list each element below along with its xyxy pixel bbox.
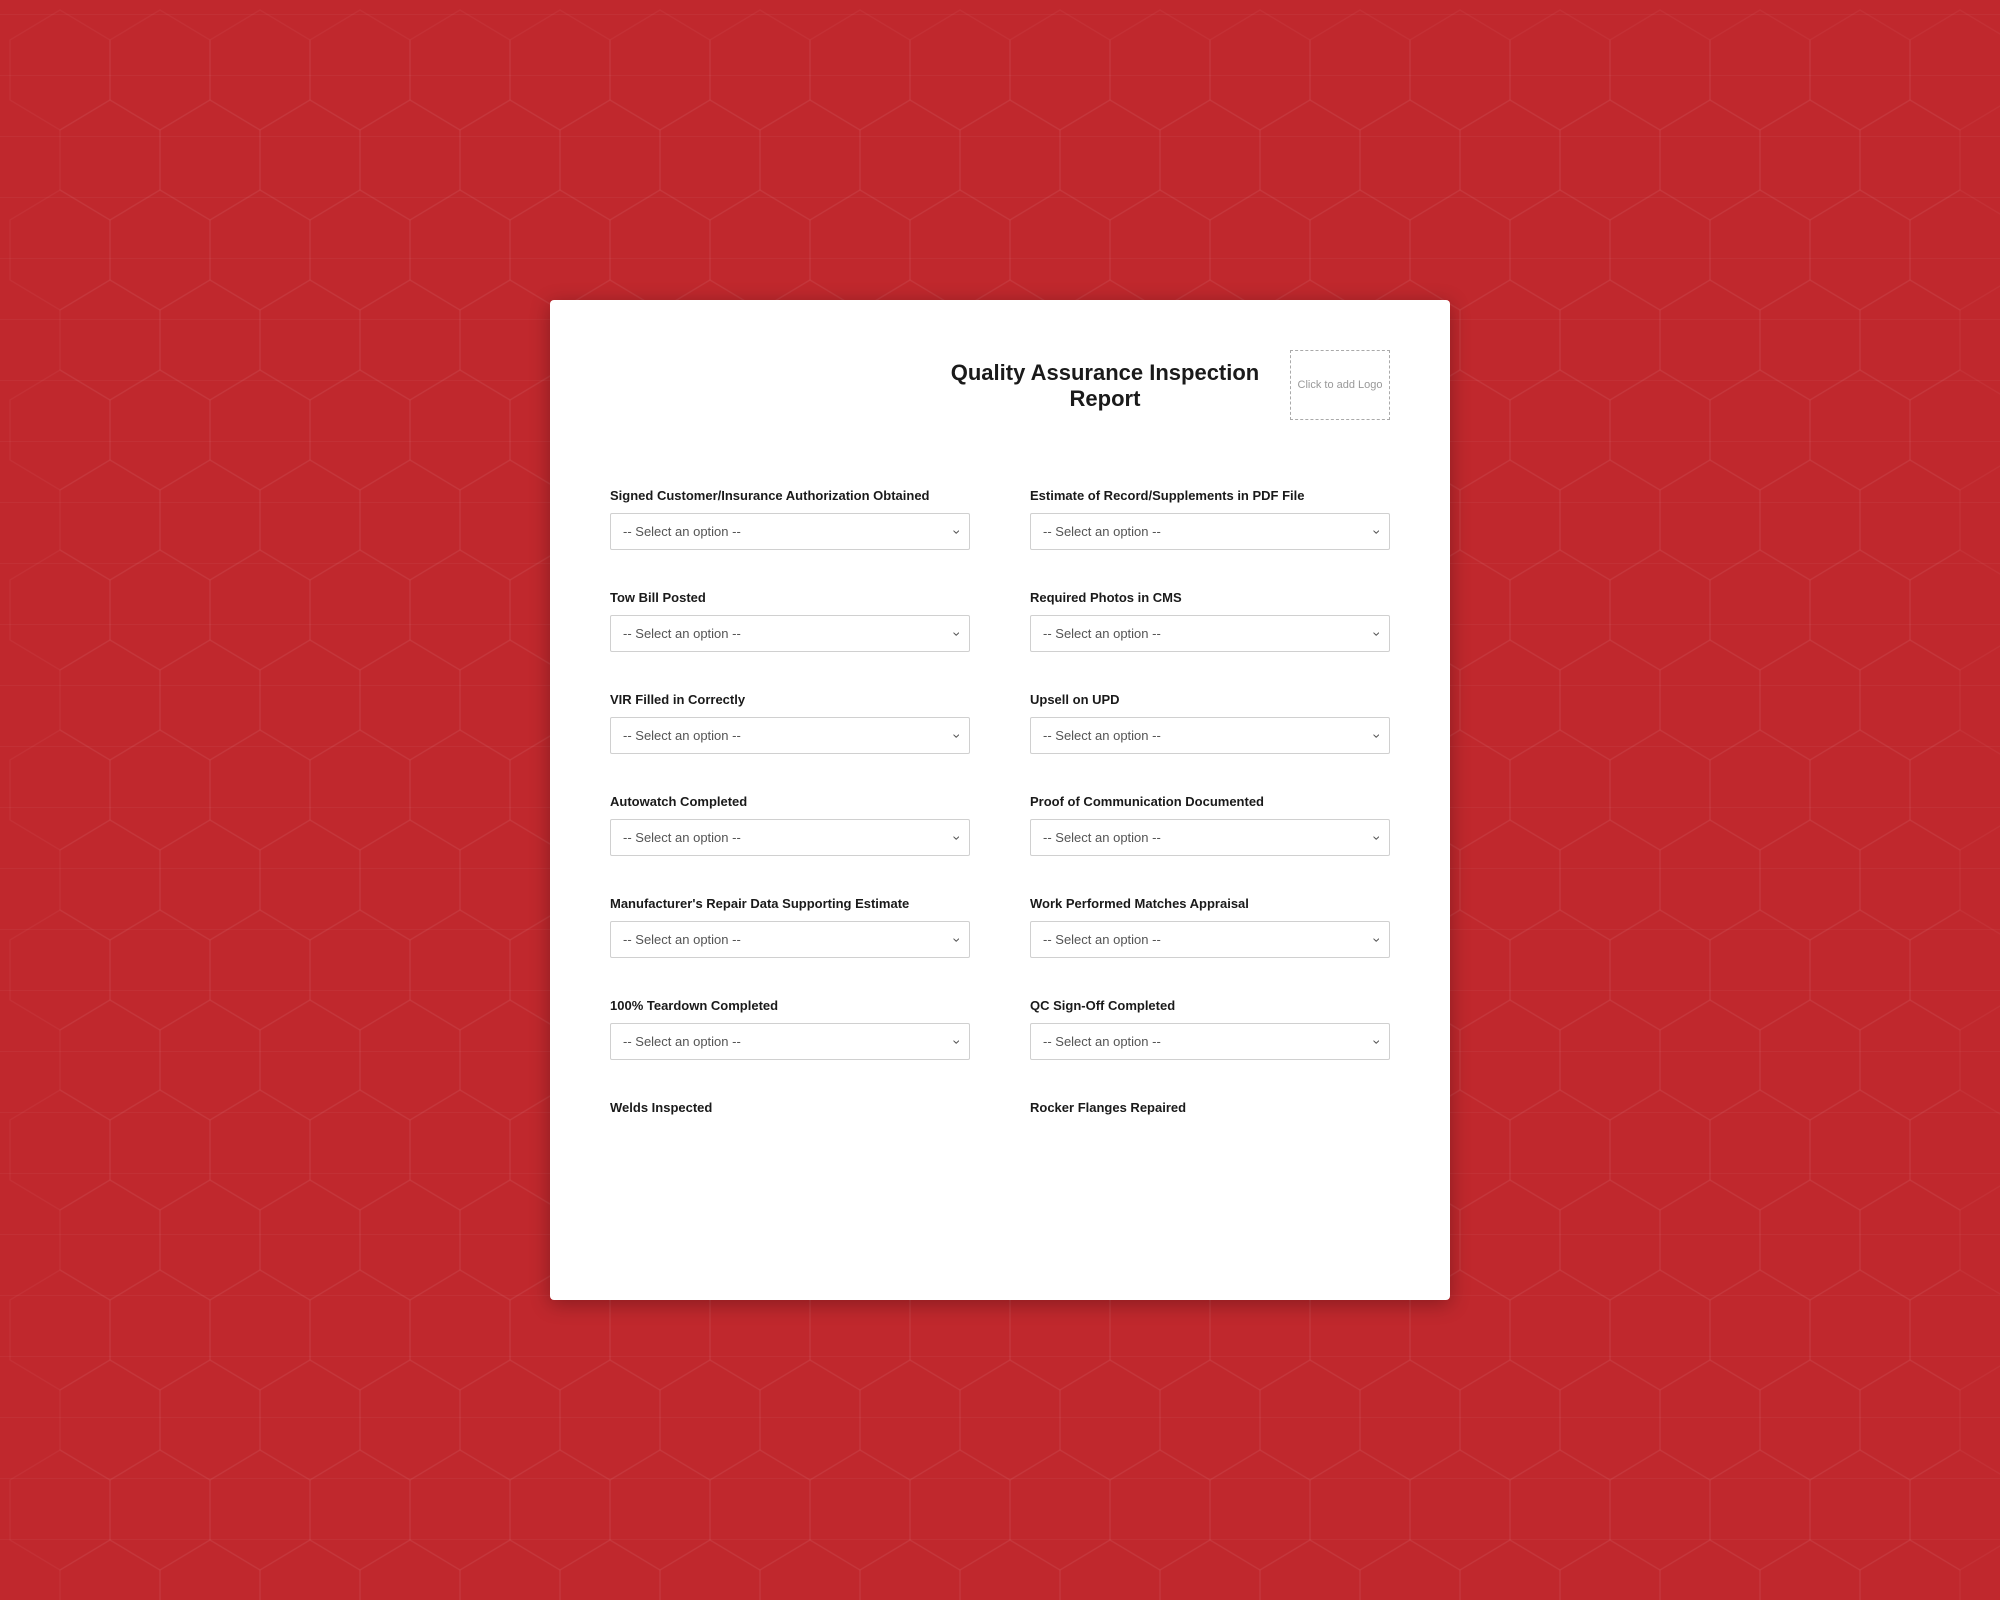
form-field-4: Required Photos in CMS -- Select an opti… <box>1000 572 1390 674</box>
field-label-14: Rocker Flanges Repaired <box>1030 1100 1390 1115</box>
form-field-13: Welds Inspected <box>610 1082 1000 1147</box>
field-select-11[interactable]: -- Select an option -- <box>610 1023 970 1060</box>
logo-placeholder[interactable]: Click to add Logo <box>1290 350 1390 420</box>
select-wrapper-12: -- Select an option -- <box>1030 1023 1390 1060</box>
field-label-6: Upsell on UPD <box>1030 692 1390 707</box>
select-wrapper-2: -- Select an option -- <box>1030 513 1390 550</box>
select-wrapper-9: -- Select an option -- <box>610 921 970 958</box>
field-label-10: Work Performed Matches Appraisal <box>1030 896 1390 911</box>
field-select-12[interactable]: -- Select an option -- <box>1030 1023 1390 1060</box>
field-select-4[interactable]: -- Select an option -- <box>1030 615 1390 652</box>
select-wrapper-3: -- Select an option -- <box>610 615 970 652</box>
select-wrapper-11: -- Select an option -- <box>610 1023 970 1060</box>
form-title: Quality Assurance Inspection Report <box>940 350 1270 412</box>
select-wrapper-8: -- Select an option -- <box>1030 819 1390 856</box>
field-select-5[interactable]: -- Select an option -- <box>610 717 970 754</box>
field-label-12: QC Sign-Off Completed <box>1030 998 1390 1013</box>
field-label-4: Required Photos in CMS <box>1030 590 1390 605</box>
form-container: Quality Assurance Inspection Report Clic… <box>550 300 1450 1300</box>
field-select-6[interactable]: -- Select an option -- <box>1030 717 1390 754</box>
field-select-7[interactable]: -- Select an option -- <box>610 819 970 856</box>
select-wrapper-7: -- Select an option -- <box>610 819 970 856</box>
form-field-2: Estimate of Record/Supplements in PDF Fi… <box>1000 470 1390 572</box>
field-select-2[interactable]: -- Select an option -- <box>1030 513 1390 550</box>
form-field-10: Work Performed Matches Appraisal -- Sele… <box>1000 878 1390 980</box>
field-label-2: Estimate of Record/Supplements in PDF Fi… <box>1030 488 1390 503</box>
field-select-3[interactable]: -- Select an option -- <box>610 615 970 652</box>
field-label-11: 100% Teardown Completed <box>610 998 970 1013</box>
form-field-9: Manufacturer's Repair Data Supporting Es… <box>610 878 1000 980</box>
form-field-14: Rocker Flanges Repaired <box>1000 1082 1390 1147</box>
field-label-3: Tow Bill Posted <box>610 590 970 605</box>
field-select-1[interactable]: -- Select an option -- <box>610 513 970 550</box>
form-field-6: Upsell on UPD -- Select an option -- <box>1000 674 1390 776</box>
form-header: Quality Assurance Inspection Report Clic… <box>610 350 1390 420</box>
field-label-8: Proof of Communication Documented <box>1030 794 1390 809</box>
form-field-11: 100% Teardown Completed -- Select an opt… <box>610 980 1000 1082</box>
form-field-8: Proof of Communication Documented -- Sel… <box>1000 776 1390 878</box>
field-label-13: Welds Inspected <box>610 1100 970 1115</box>
form-field-12: QC Sign-Off Completed -- Select an optio… <box>1000 980 1390 1082</box>
form-grid: Signed Customer/Insurance Authorization … <box>610 470 1390 1147</box>
form-field-3: Tow Bill Posted -- Select an option -- <box>610 572 1000 674</box>
select-wrapper-4: -- Select an option -- <box>1030 615 1390 652</box>
select-wrapper-5: -- Select an option -- <box>610 717 970 754</box>
field-label-5: VIR Filled in Correctly <box>610 692 970 707</box>
select-wrapper-6: -- Select an option -- <box>1030 717 1390 754</box>
field-label-7: Autowatch Completed <box>610 794 970 809</box>
form-field-5: VIR Filled in Correctly -- Select an opt… <box>610 674 1000 776</box>
select-wrapper-10: -- Select an option -- <box>1030 921 1390 958</box>
form-field-7: Autowatch Completed -- Select an option … <box>610 776 1000 878</box>
field-select-8[interactable]: -- Select an option -- <box>1030 819 1390 856</box>
select-wrapper-1: -- Select an option -- <box>610 513 970 550</box>
field-label-9: Manufacturer's Repair Data Supporting Es… <box>610 896 970 911</box>
field-label-1: Signed Customer/Insurance Authorization … <box>610 488 970 503</box>
field-select-10[interactable]: -- Select an option -- <box>1030 921 1390 958</box>
field-select-9[interactable]: -- Select an option -- <box>610 921 970 958</box>
form-field-1: Signed Customer/Insurance Authorization … <box>610 470 1000 572</box>
